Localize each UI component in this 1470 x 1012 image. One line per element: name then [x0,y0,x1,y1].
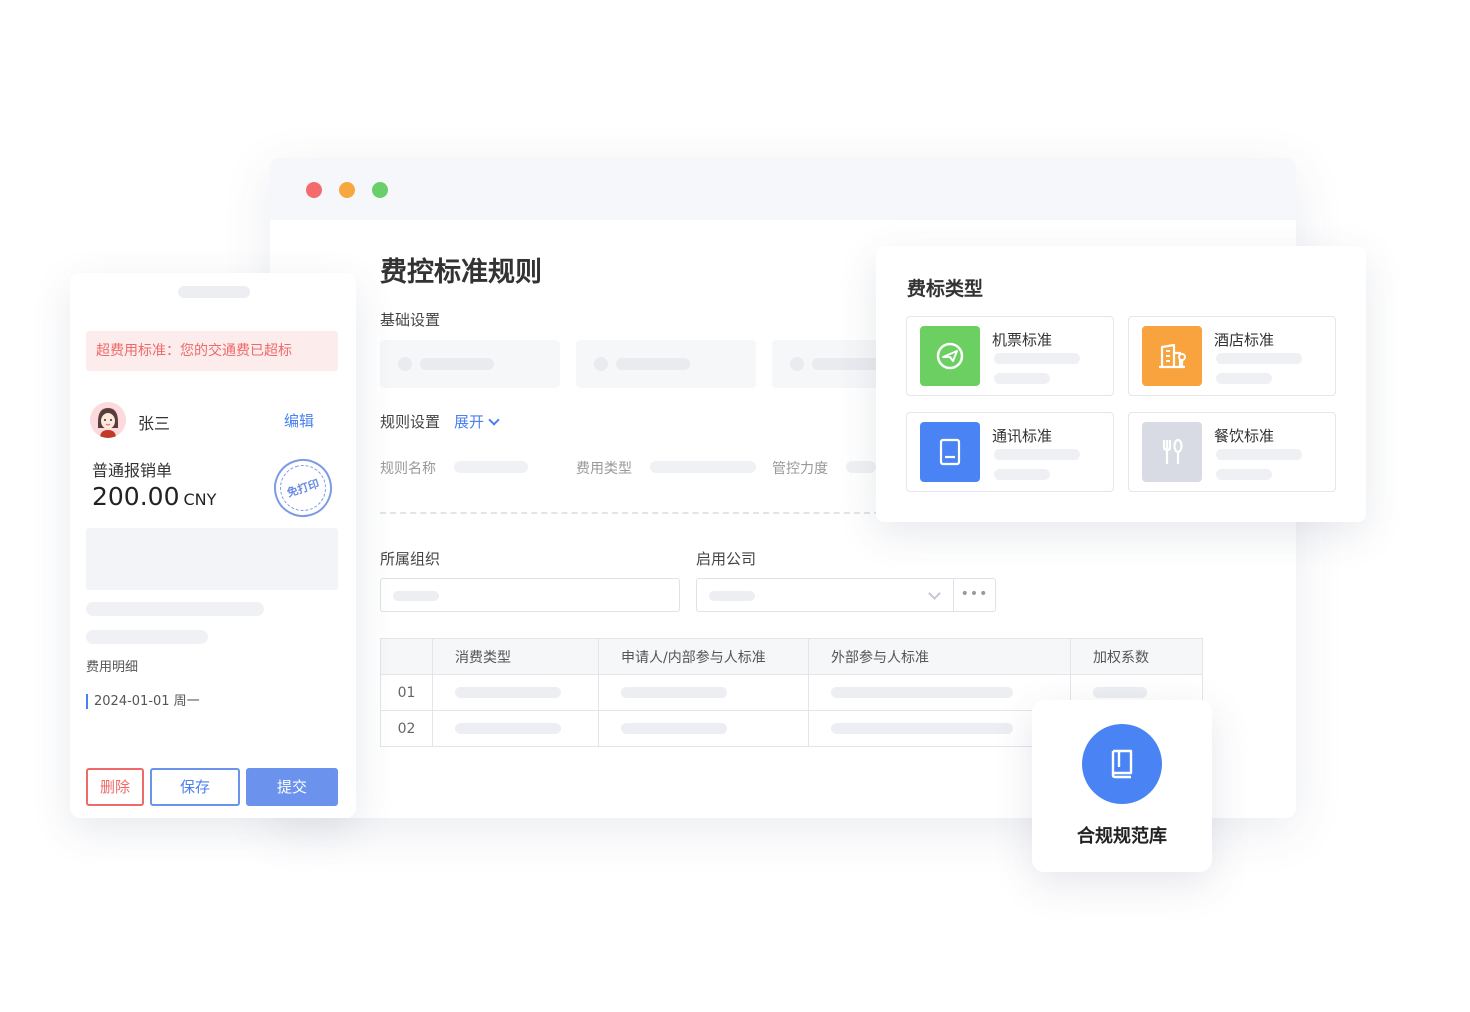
expense-date: 2024-01-01 周一 [86,694,200,709]
avatar-icon [90,402,126,438]
company-label: 启用公司 [696,550,757,568]
no-print-stamp-icon: 免打印 [266,451,340,525]
edit-link[interactable]: 编辑 [284,410,314,431]
rule-name-value [454,461,528,473]
rule-name-label: 规则名称 [380,461,436,477]
over-standard-alert: 超费用标准：您的交通费已超标 [86,331,338,371]
org-input[interactable] [380,578,680,612]
category-flight[interactable]: 机票标准 [906,316,1114,396]
delete-button[interactable]: 删除 [86,768,144,806]
submit-button[interactable]: 提交 [246,768,338,806]
expense-detail-label: 费用明细 [86,660,139,675]
expense-type-value [650,461,756,473]
table-header-row: 消费类型 申请人/内部参与人标准 外部参与人标准 加权系数 [380,638,1203,675]
compliance-library-label: 合规规范库 [1077,826,1167,847]
phone-notch [178,286,250,298]
book-icon [1082,724,1162,804]
org-label: 所属组织 [380,550,441,568]
control-level-value [846,461,876,473]
basic-setting-placeholder[interactable] [380,340,560,388]
category-hotel[interactable]: 酒店标准 [1128,316,1336,396]
close-window-dot[interactable] [306,182,322,198]
table-header-consumption-type: 消费类型 [432,638,599,675]
expense-standard-types-panel: 费标类型 机票标准 酒店标准 通讯标准 餐饮标准 [876,246,1366,522]
row-index: 01 [380,674,433,711]
tablet-icon [920,422,980,482]
currency-label: CNY [183,490,217,509]
table-header-external-standard: 外部参与人标准 [808,638,1071,675]
line-placeholder [86,602,264,616]
mobile-expense-card: 超费用标准：您的交通费已超标 张三 编辑 普通报销单 200.00 CNY 免打印… [70,273,356,818]
table-header-internal-standard: 申请人/内部参与人标准 [598,638,809,675]
category-label: 酒店标准 [1214,331,1275,349]
more-button[interactable]: ••• [954,578,996,612]
minimize-window-dot[interactable] [339,182,355,198]
page-title: 费控标准规则 [380,257,542,288]
basic-settings-label: 基础设置 [380,311,441,329]
category-dining[interactable]: 餐饮标准 [1128,412,1336,492]
divider [380,512,880,514]
expand-toggle[interactable]: 展开 [454,411,500,432]
table-header-index [380,638,433,675]
category-label: 机票标准 [992,331,1053,349]
rule-settings-label: 规则设置 [380,413,441,431]
avatar [90,402,126,438]
dining-icon [1142,422,1202,482]
expand-label: 展开 [454,413,485,431]
amount-value: 200.00 [92,482,180,511]
company-select[interactable] [696,578,954,612]
plane-icon [920,326,980,386]
expense-type-label: 费用类型 [576,461,632,477]
window-titlebar [270,158,1296,220]
content-placeholder [86,528,338,590]
table-header-weight: 加权系数 [1070,638,1203,675]
compliance-library-card[interactable]: 合规规范库 [1032,700,1212,872]
document-type: 普通报销单 [92,461,173,480]
hotel-icon [1142,326,1202,386]
category-label: 通讯标准 [992,427,1053,445]
panel-title: 费标类型 [907,278,984,300]
chevron-down-icon [928,587,941,600]
category-label: 餐饮标准 [1214,427,1275,445]
category-telecom[interactable]: 通讯标准 [906,412,1114,492]
row-index: 02 [380,710,433,747]
user-name: 张三 [138,414,171,433]
line-placeholder [86,630,208,644]
basic-setting-placeholder[interactable] [576,340,756,388]
chevron-down-icon [488,414,500,426]
amount-display: 200.00 CNY [92,482,216,511]
maximize-window-dot[interactable] [372,182,388,198]
control-level-label: 管控力度 [772,461,828,477]
save-button[interactable]: 保存 [150,768,240,806]
